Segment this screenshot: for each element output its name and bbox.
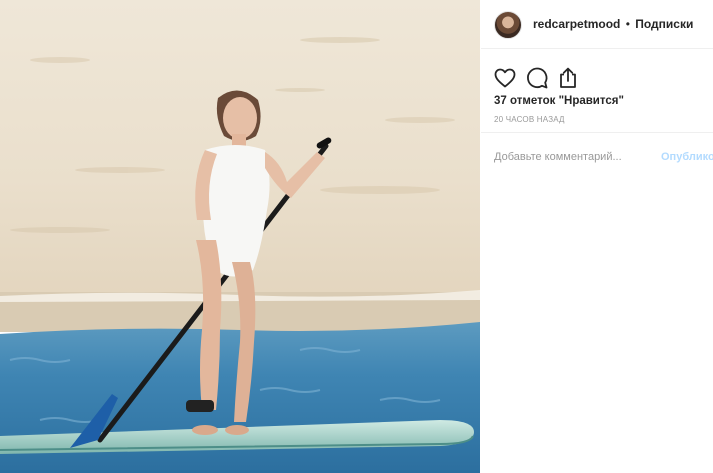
likes-count[interactable]: 37 отметок "Нравится" [494, 95, 624, 107]
post-sidebar: redcarpetmood • Подписки 37 отметок "Нра… [481, 0, 713, 473]
comment-icon[interactable] [525, 66, 549, 90]
header-text: redcarpetmood • Подписки [533, 17, 693, 31]
heart-icon[interactable] [493, 66, 517, 90]
share-icon[interactable] [556, 66, 580, 90]
separator-dot: • [625, 17, 630, 31]
comment-bar: Опубликовать [481, 132, 713, 181]
post-header: redcarpetmood • Подписки [481, 0, 713, 49]
publish-button[interactable]: Опубликовать [661, 151, 713, 163]
photo-image [0, 0, 480, 473]
username-link[interactable]: redcarpetmood [533, 17, 620, 31]
avatar[interactable] [494, 11, 522, 39]
post-photo[interactable] [0, 0, 480, 473]
follow-button[interactable]: Подписки [635, 17, 693, 31]
comment-input[interactable] [494, 151, 644, 163]
post-timestamp[interactable]: 20 ЧАСОВ НАЗАД [494, 115, 565, 124]
